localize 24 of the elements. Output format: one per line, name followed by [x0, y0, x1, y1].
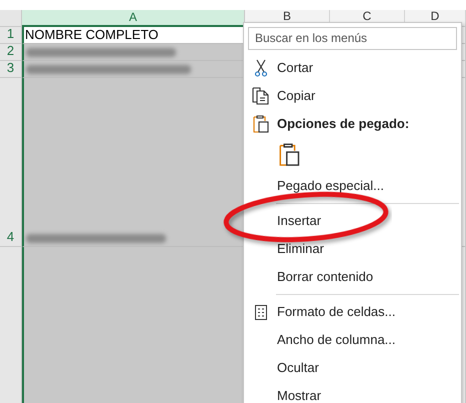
cell-text: NOMBRE COMPLETO — [24, 27, 158, 43]
menu-item[interactable]: Ancho de columna... — [244, 326, 461, 354]
menu-item[interactable]: Formato de celdas... — [244, 298, 461, 326]
paste-button[interactable] — [277, 141, 302, 169]
menu-item[interactable]: Insertar — [244, 207, 461, 235]
menu-item[interactable]: Copiar — [244, 82, 461, 110]
menu-item[interactable]: Cortar — [244, 54, 461, 82]
menu-heading: Opciones de pegado: — [244, 110, 461, 138]
menu-item[interactable]: Ocultar — [244, 354, 461, 382]
format-cells-icon — [254, 304, 266, 320]
row-header[interactable]: 3 — [0, 61, 22, 78]
column-header[interactable]: A — [22, 10, 245, 27]
clipboard-icon — [279, 143, 300, 167]
row-header[interactable]: 4 — [0, 78, 22, 247]
scissors-icon — [254, 59, 268, 77]
menu-item[interactable]: Eliminar — [244, 235, 461, 263]
clipboard-icon — [252, 115, 268, 133]
menu-item[interactable]: Mostrar — [244, 382, 461, 403]
row-header[interactable]: 2 — [0, 44, 22, 61]
row-header[interactable]: 1 — [0, 27, 22, 44]
menu-item[interactable]: Borrar contenido — [244, 263, 461, 291]
search-field[interactable]: Buscar en los menús — [248, 26, 457, 50]
copy-icon — [252, 87, 269, 105]
menu-item[interactable]: Pegado especial... — [244, 172, 461, 200]
